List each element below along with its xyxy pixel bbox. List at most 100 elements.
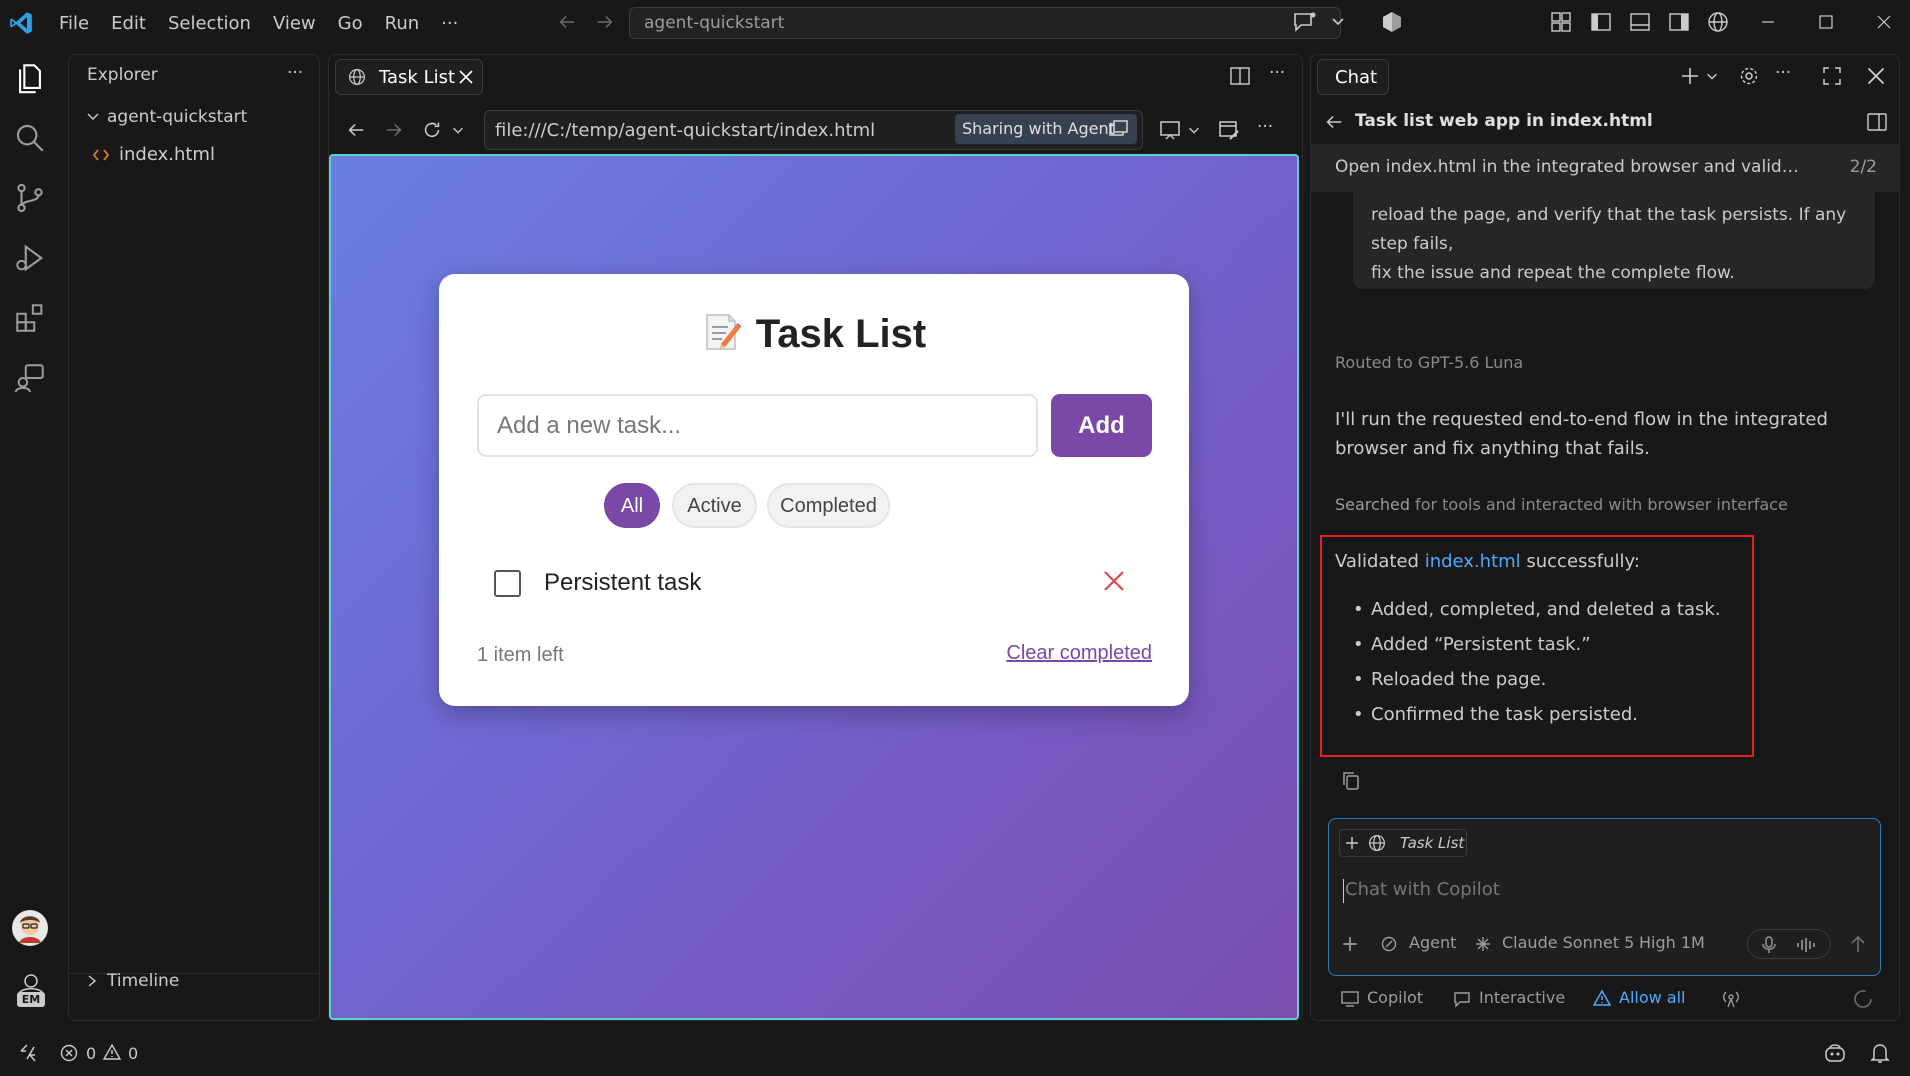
folder-agent-quickstart[interactable]: agent-quickstart — [85, 107, 247, 127]
menu-more[interactable]: ··· — [430, 13, 469, 34]
title-bar: File Edit Selection View Go Run ··· agen… — [0, 0, 1910, 47]
search-icon[interactable] — [13, 121, 47, 155]
menu-edit[interactable]: Edit — [100, 13, 157, 34]
menu-run[interactable]: Run — [374, 13, 431, 34]
gear-icon[interactable] — [1738, 65, 1760, 87]
globe-icon[interactable] — [1707, 11, 1729, 33]
editor-more-button[interactable]: ··· — [1269, 63, 1285, 83]
reload-icon[interactable] — [421, 119, 443, 141]
validated-file-link[interactable]: index.html — [1425, 551, 1521, 572]
devtools-icon[interactable] — [1217, 118, 1241, 142]
copilot-chat-icon[interactable] — [1292, 10, 1318, 34]
filter-completed-button[interactable]: Completed — [767, 483, 890, 528]
browser-back-icon[interactable] — [345, 119, 367, 141]
send-arrow-icon[interactable] — [1849, 934, 1867, 954]
interactive-status[interactable]: Interactive — [1479, 988, 1565, 1007]
menu-selection[interactable]: Selection — [157, 13, 262, 34]
voice-waveform-icon[interactable] — [1796, 937, 1816, 953]
error-count[interactable]: 0 — [86, 1044, 96, 1063]
broadcast-icon[interactable] — [1721, 989, 1741, 1009]
context-chip[interactable]: Task List — [1339, 829, 1467, 857]
chevron-down-icon[interactable] — [1705, 69, 1719, 83]
warning-count[interactable]: 0 — [128, 1044, 138, 1063]
filter-all-button[interactable]: All — [604, 483, 660, 528]
delete-task-icon[interactable] — [1101, 568, 1127, 594]
account-initials: EM — [21, 993, 41, 1006]
browser-more-button[interactable]: ··· — [1257, 117, 1273, 137]
chevron-down-icon[interactable] — [1330, 13, 1346, 29]
chat-input-toolbar: Agent Claude Sonnet 5 High 1M — [1329, 929, 1882, 959]
task-checkbox[interactable] — [494, 570, 521, 597]
new-chat-icon[interactable] — [1679, 65, 1701, 87]
copilot-monitor-icon — [1341, 991, 1359, 1007]
split-editor-icon[interactable] — [1229, 65, 1251, 87]
share-screen-icon — [1109, 120, 1128, 136]
explorer-icon[interactable] — [13, 61, 47, 95]
searched-tools-summary[interactable]: Searched for tools and interacted with b… — [1335, 495, 1788, 514]
timeline-section[interactable]: Timeline — [85, 971, 179, 991]
toggle-panel-icon[interactable] — [1629, 11, 1651, 33]
extensions-icon[interactable] — [13, 301, 47, 335]
close-window-icon[interactable] — [1876, 11, 1892, 33]
avatar[interactable] — [11, 909, 49, 947]
file-index-html[interactable]: index.html — [93, 144, 215, 165]
clear-completed-link[interactable]: Clear completed — [1006, 642, 1152, 665]
add-task-button[interactable]: Add — [1051, 394, 1152, 457]
menu-file[interactable]: File — [48, 13, 100, 34]
new-task-input[interactable]: Add a new task... — [477, 394, 1038, 457]
command-center[interactable]: agent-quickstart — [629, 7, 1341, 39]
vscode-logo-icon[interactable] — [8, 10, 34, 36]
copilot-status-icon[interactable] — [1823, 1042, 1847, 1064]
remote-indicator-icon[interactable] — [18, 1043, 38, 1063]
mode-picker[interactable]: Agent — [1409, 933, 1456, 952]
file-label: index.html — [119, 144, 215, 165]
menu-go[interactable]: Go — [327, 13, 374, 34]
sidebar-more-button[interactable]: ··· — [287, 63, 303, 83]
app-title: Task List — [439, 312, 1189, 357]
chat-input-box[interactable]: Task List Chat with Copilot Agent Claude… — [1328, 818, 1881, 976]
filter-active-button[interactable]: Active — [672, 483, 757, 528]
model-picker[interactable]: Claude Sonnet 5 — [1502, 933, 1634, 952]
add-context-icon[interactable] — [1344, 835, 1360, 851]
error-icon[interactable] — [60, 1044, 78, 1062]
microphone-icon[interactable] — [1762, 936, 1776, 954]
bell-icon[interactable] — [1870, 1042, 1890, 1064]
chevron-down-icon — [87, 113, 99, 120]
cast-icon[interactable] — [1159, 119, 1183, 141]
sharing-with-agent-badge[interactable]: Sharing with Agent — [955, 114, 1137, 144]
maximize-panel-icon[interactable] — [1821, 65, 1843, 87]
chat-more-button[interactable]: ··· — [1775, 63, 1791, 83]
browser-forward-icon[interactable] — [383, 119, 405, 141]
chevron-down-icon[interactable] — [1187, 123, 1201, 137]
attach-plus-icon[interactable] — [1341, 935, 1359, 953]
text-caret — [1343, 879, 1344, 903]
copilot-status[interactable]: Copilot — [1367, 988, 1423, 1007]
menu-view[interactable]: View — [262, 13, 327, 34]
sharing-label: Sharing with Agent — [962, 119, 1115, 138]
customize-layout-icon[interactable] — [1550, 11, 1572, 33]
toggle-sessions-icon[interactable] — [1866, 111, 1888, 133]
toggle-primary-sidebar-icon[interactable] — [1590, 11, 1612, 33]
effort-picker[interactable]: High 1M — [1639, 933, 1705, 952]
warning-icon[interactable] — [102, 1043, 122, 1061]
nav-forward-icon[interactable] — [594, 11, 616, 33]
copy-icon[interactable] — [1341, 770, 1361, 792]
copilot-logo-icon[interactable] — [1380, 10, 1404, 34]
close-icon[interactable] — [458, 69, 474, 85]
tab-chat[interactable]: Chat — [1317, 59, 1389, 95]
minimize-icon[interactable] — [1760, 11, 1776, 33]
maximize-icon[interactable] — [1818, 11, 1834, 33]
allow-all-status[interactable]: Allow all — [1619, 988, 1686, 1007]
chevron-down-icon[interactable] — [451, 123, 465, 137]
close-icon[interactable] — [1866, 66, 1886, 86]
source-control-icon[interactable] — [13, 181, 47, 215]
accounts-icon[interactable]: EM — [14, 972, 48, 1008]
run-debug-icon[interactable] — [13, 241, 47, 275]
toggle-secondary-sidebar-icon[interactable] — [1668, 11, 1690, 33]
remote-chat-icon[interactable] — [13, 361, 47, 395]
request-banner[interactable]: Open index.html in the integrated browse… — [1311, 144, 1899, 192]
activity-bar: EM — [0, 47, 62, 1021]
tab-task-list[interactable]: Task List — [335, 59, 483, 95]
nav-back-icon[interactable] — [556, 11, 578, 33]
back-arrow-icon[interactable] — [1323, 111, 1345, 133]
